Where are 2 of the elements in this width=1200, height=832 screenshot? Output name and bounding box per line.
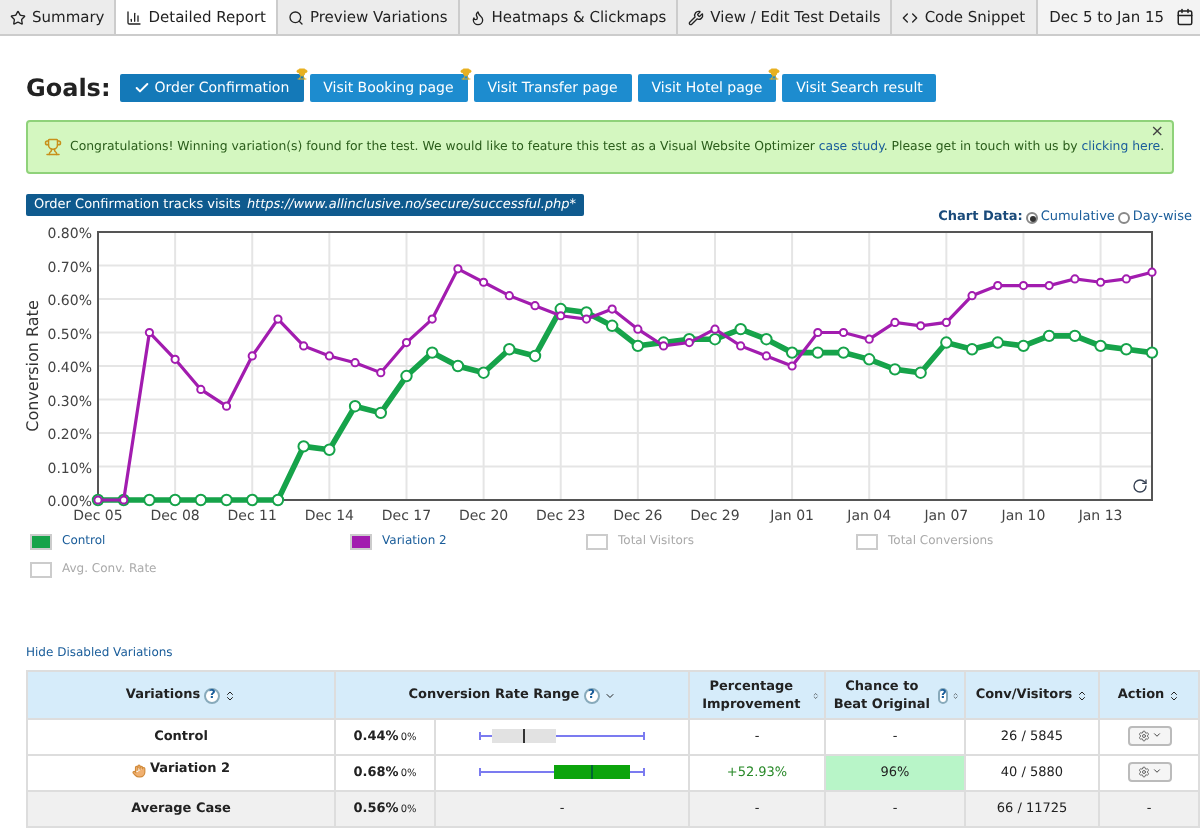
goals-label: Goals: [26, 72, 111, 106]
y-axis-label: Conversion Rate [24, 300, 42, 432]
